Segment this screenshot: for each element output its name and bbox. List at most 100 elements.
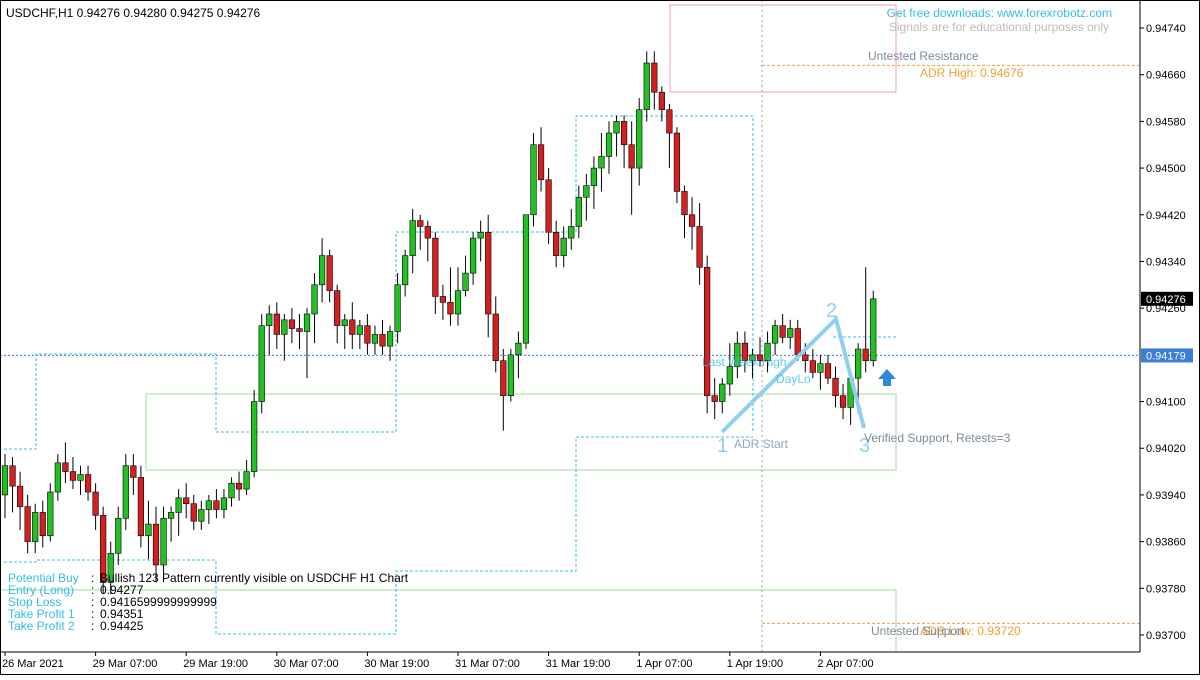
candle-body-bull [371,334,379,344]
current-price-tag: 0.94276 [1141,291,1193,306]
candle-body-bull [160,517,167,566]
candle-body-bear [704,266,711,397]
candle-body-bull [303,313,311,332]
y-tick-label: 0.93940 [1146,490,1186,502]
x-tick-label: 29 Mar 07:00 [93,658,158,670]
candle [251,389,258,478]
candle-body-bull [175,497,182,513]
candle-body-bear [92,491,99,516]
candle-body-bear [288,319,296,329]
y-tick-label: 0.94100 [1146,397,1186,409]
y-tick-label: 0.93780 [1146,583,1186,595]
candle-body-bear [9,465,16,487]
candle [122,454,129,530]
x-tick-label: 1 Apr 07:00 [636,658,692,670]
y-tick-label: 0.93860 [1146,537,1186,549]
candle-body-bear [364,325,371,344]
candle-body-bull [719,383,726,402]
candle [522,214,530,350]
candle-body-bull [787,328,794,338]
candle-body-bear [334,290,341,326]
info-label-take-profit-2: Take Profit 2 [8,619,75,633]
candle-body-bull [462,272,469,291]
candle-body-bear [688,214,696,227]
y-tick-label: 0.94420 [1146,210,1186,222]
candle-body-bull [311,284,318,315]
candle-body-bear [673,132,681,192]
candle-body-bear [213,500,220,510]
adr-start-label: ADR Start [734,437,789,451]
candle-body-bull [870,298,877,361]
candle-body-bear [130,465,137,478]
candle [530,133,537,227]
candle-body-bear [183,497,190,504]
candle [258,313,265,414]
candle-body-bull [281,319,288,335]
candle-body-bull [341,319,348,326]
candle [704,255,711,414]
line-price-tag: 0.94179 [1141,348,1193,363]
candle-body-bull [318,255,326,286]
candle-body-bear [137,477,145,537]
adr-high-label: ADR High: 0.94676 [920,66,1024,80]
x-tick-label: 29 Mar 19:00 [183,658,248,670]
chart-canvas: 1 2 3 Untested Resistance ADR High: 0.94… [0,0,1200,675]
candle [137,465,145,548]
candle-body-bull [636,109,643,169]
candle-body-bear [16,485,24,507]
candle-body-bear [326,255,333,291]
candle-body-bear [492,313,499,361]
y-tick-label: 0.94740 [1146,23,1186,35]
candle-body-bull [590,167,597,186]
candle-body-bull [145,523,152,537]
candle-body-bull [507,354,514,397]
candle-body-bear [794,328,801,356]
candle-body-bear [424,226,431,239]
y-tick-label: 0.94500 [1146,163,1186,175]
candle-body-bear [84,474,92,493]
candle-body-bull [220,497,228,510]
candle-body-bear [379,334,386,347]
candle [870,290,877,367]
candle-body-bear [658,91,665,111]
current-price-text: 0.94276 [1146,294,1186,306]
candle-body-bull [77,474,84,481]
x-tick-label: 31 Mar 19:00 [546,658,611,670]
y-tick-label: 0.94660 [1146,70,1186,82]
line-price-text: 0.94179 [1146,350,1186,362]
candle-body-bull [726,366,733,385]
candle-body-bear [832,377,839,397]
x-tick-label: 1 Apr 19:00 [727,658,783,670]
candle-body-bull [122,465,129,519]
candle-body-bull [394,284,401,332]
candle-body-bear [69,471,77,481]
candle [673,127,681,204]
candle-body-bear [349,319,356,335]
candle-body-bull [205,500,212,510]
candle-body-bull [855,348,862,379]
candle-body-bear [681,191,688,216]
x-tick-label: 30 Mar 07:00 [274,658,339,670]
info-value-take-profit-2: 0.94425 [100,619,144,633]
candle-body-bear [545,179,552,233]
y-tick-label: 0.94580 [1146,116,1186,128]
y-tick-label: 0.94340 [1146,256,1186,268]
candle-body-bull [522,214,530,344]
candle-body-bull [402,255,409,286]
candle-body-bear [39,512,46,537]
day-lo-label: DayLo [776,372,811,386]
candle [507,349,514,402]
candle-body-bear [235,482,243,490]
credits-line-1[interactable]: Get free downloads: www.forexrobotz.com [887,6,1112,20]
candle-body-bear [273,313,280,335]
candle-body-bull [598,156,605,169]
candle [47,483,54,542]
candle [545,168,552,244]
candle-body-bull [515,342,522,356]
candle-body-bull [477,231,484,239]
untested-resistance-label: Untested Resistance [868,49,979,63]
last-week-high-label: Last Week High [702,355,787,369]
candle-body-bear [537,144,545,181]
price-chart[interactable]: 1 2 3 Untested Resistance ADR High: 0.94… [0,0,1200,675]
candle-body-bull [251,401,258,472]
